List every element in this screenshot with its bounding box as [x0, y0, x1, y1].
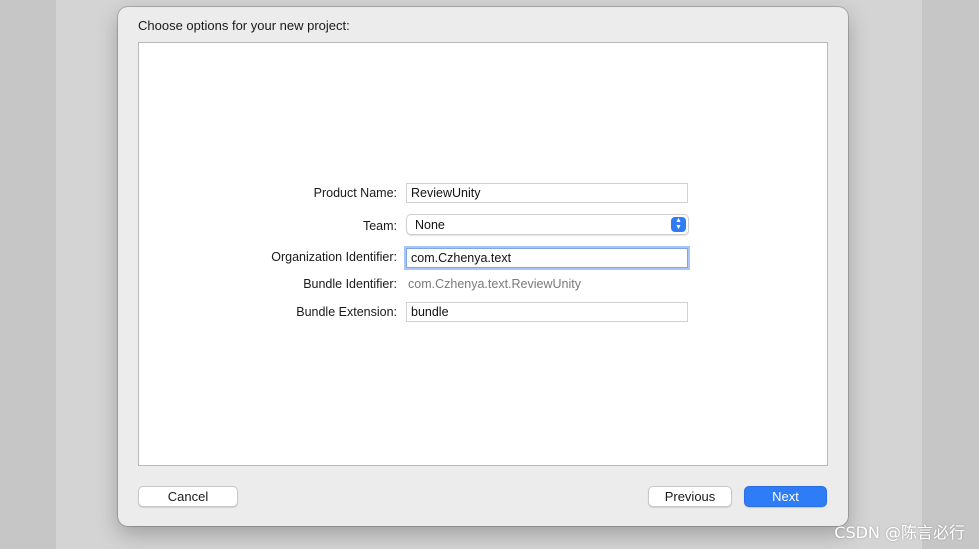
organization-identifier-field[interactable] — [406, 248, 688, 268]
team-popup-value: None — [415, 218, 445, 232]
product-name-field[interactable] — [406, 183, 688, 203]
up-down-chevron-icon: ▲ ▼ — [671, 217, 686, 232]
bundle-identifier-value: com.Czhenya.text.ReviewUnity — [408, 277, 581, 291]
bundle-identifier-label: Bundle Identifier: — [303, 277, 397, 291]
options-panel: Product Name: Team: None ▲▼ Organization… — [138, 42, 828, 466]
new-project-options-sheet: Choose options for your new project: Pro… — [118, 7, 848, 526]
csdn-watermark: CSDN @陈言必行 — [834, 523, 965, 542]
cancel-button[interactable]: Cancel — [138, 486, 238, 507]
previous-button[interactable]: Previous — [648, 486, 732, 507]
sheet-title: Choose options for your new project: — [138, 18, 350, 33]
bundle-extension-label: Bundle Extension: — [296, 305, 397, 319]
organization-identifier-label: Organization Identifier: — [271, 250, 397, 264]
bundle-extension-field[interactable] — [406, 302, 688, 322]
product-name-label: Product Name: — [313, 186, 397, 200]
team-label: Team: — [362, 219, 397, 233]
team-popup-button[interactable]: None ▲ ▼ — [406, 214, 689, 235]
next-button[interactable]: Next — [744, 486, 827, 507]
